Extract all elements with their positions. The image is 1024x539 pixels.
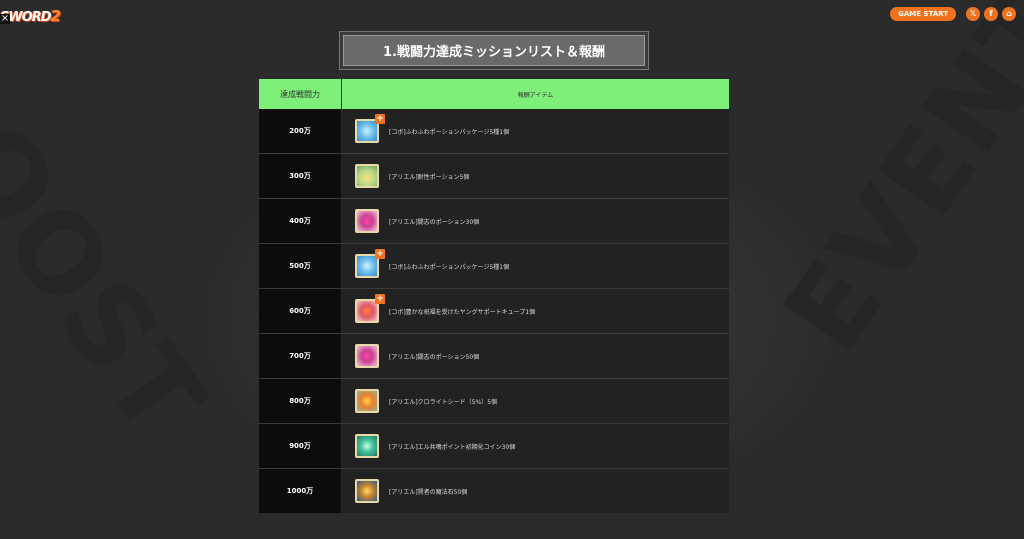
reward-cell: [アリエル]エル共鳴ポイント初期化コイン30個 [341, 424, 729, 468]
table-row: 700万 [アリエル]闘志のポーション50個 [259, 334, 729, 379]
table-row: 1000万 [アリエル]賢者の魔法石50個 [259, 469, 729, 513]
reward-label: [コボ]ふわふわポーションパッケージ5種1個 [389, 263, 510, 271]
section-title: 1.戦闘力達成ミッションリスト＆報酬 [343, 35, 645, 66]
fighting-spirit-potion-icon [355, 209, 379, 233]
el-resonance-coin-icon [355, 434, 379, 458]
reward-label: [アリエル]賢者の魔法石50個 [389, 488, 468, 496]
resistance-potion-icon [355, 164, 379, 188]
fighting-spirit-potion-icon [355, 344, 379, 368]
game-start-button[interactable]: GAME START [890, 7, 956, 21]
power-cell: 900万 [259, 424, 341, 468]
reward-cell: + [コボ]豊かな祝福を受けたヤングサポートキューブ1個 [341, 289, 729, 333]
reward-label: [アリエル]耐性ポーション5個 [389, 173, 470, 181]
reward-icon-wrapper [355, 209, 379, 233]
reward-icon-wrapper: + [355, 294, 385, 323]
table-row: 400万 [アリエル]闘志のポーション30個 [259, 199, 729, 244]
table-row: 900万 [アリエル]エル共鳴ポイント初期化コイン30個 [259, 424, 729, 469]
reward-icon-wrapper: + [355, 249, 385, 278]
header-actions: GAME START 𝕏 f ⌂ [890, 7, 1016, 21]
table-row: 800万 [アリエル]クロライトシード（5%）5個 [259, 379, 729, 424]
power-cell: 500万 [259, 244, 341, 288]
plus-icon: + [375, 114, 385, 124]
table-row: 600万 + [コボ]豊かな祝福を受けたヤングサポートキューブ1個 [259, 289, 729, 334]
table-row: 500万 + [コボ]ふわふわポーションパッケージ5種1個 [259, 244, 729, 289]
reward-label: [コボ]豊かな祝福を受けたヤングサポートキューブ1個 [389, 308, 536, 316]
power-cell: 600万 [259, 289, 341, 333]
reward-cell: [アリエル]耐性ポーション5個 [341, 154, 729, 198]
reward-cell: [アリエル]闘志のポーション50個 [341, 334, 729, 378]
reward-label: [アリエル]エル共鳴ポイント初期化コイン30個 [389, 443, 516, 451]
x-icon[interactable]: 𝕏 [966, 7, 980, 21]
reward-cell: + [コボ]ふわふわポーションパッケージ5種1個 [341, 244, 729, 288]
reward-cell: [アリエル]闘志のポーション30個 [341, 199, 729, 243]
reward-label: [コボ]ふわふわポーションパッケージ5種1個 [389, 128, 510, 136]
plus-icon: + [375, 249, 385, 259]
reward-label: [アリエル]闘志のポーション30個 [389, 218, 480, 226]
reward-icon-wrapper [355, 434, 379, 458]
table-header: 達成戦闘力 報酬アイテム [259, 79, 729, 109]
reward-icon-wrapper [355, 479, 379, 503]
background-text-left: BOOST [0, 30, 230, 460]
power-cell: 200万 [259, 109, 341, 153]
power-cell: 400万 [259, 199, 341, 243]
power-cell: 700万 [259, 334, 341, 378]
chlorite-seed-icon [355, 389, 379, 413]
power-cell: 300万 [259, 154, 341, 198]
reward-icon-wrapper [355, 389, 379, 413]
reward-icon-wrapper [355, 164, 379, 188]
reward-icon-wrapper [355, 344, 379, 368]
reward-label: [アリエル]クロライトシード（5%）5個 [389, 398, 498, 406]
reward-cell: + [コボ]ふわふわポーションパッケージ5種1個 [341, 109, 729, 153]
background-text-right: EVENT [760, 0, 1024, 374]
reward-table: 達成戦闘力 報酬アイテム 200万 + [コボ]ふわふわポーションパッケージ5種1個… [259, 79, 729, 513]
table-row: 300万 [アリエル]耐性ポーション5個 [259, 154, 729, 199]
plus-icon: + [375, 294, 385, 304]
reward-label: [アリエル]闘志のポーション50個 [389, 353, 480, 361]
reward-cell: [アリエル]賢者の魔法石50個 [341, 469, 729, 513]
header-reward: 報酬アイテム [517, 91, 554, 99]
reward-icon-wrapper: + [355, 114, 385, 143]
close-button[interactable]: × [0, 14, 10, 24]
home-icon[interactable]: ⌂ [1002, 7, 1016, 21]
facebook-icon[interactable]: f [984, 7, 998, 21]
header-power: 達成戦闘力 [259, 79, 342, 109]
power-cell: 800万 [259, 379, 341, 423]
reward-cell: [アリエル]クロライトシード（5%）5個 [341, 379, 729, 423]
sage-magic-stone-icon [355, 479, 379, 503]
power-cell: 1000万 [259, 469, 341, 513]
table-row: 200万 + [コボ]ふわふわポーションパッケージ5種1個 [259, 109, 729, 154]
